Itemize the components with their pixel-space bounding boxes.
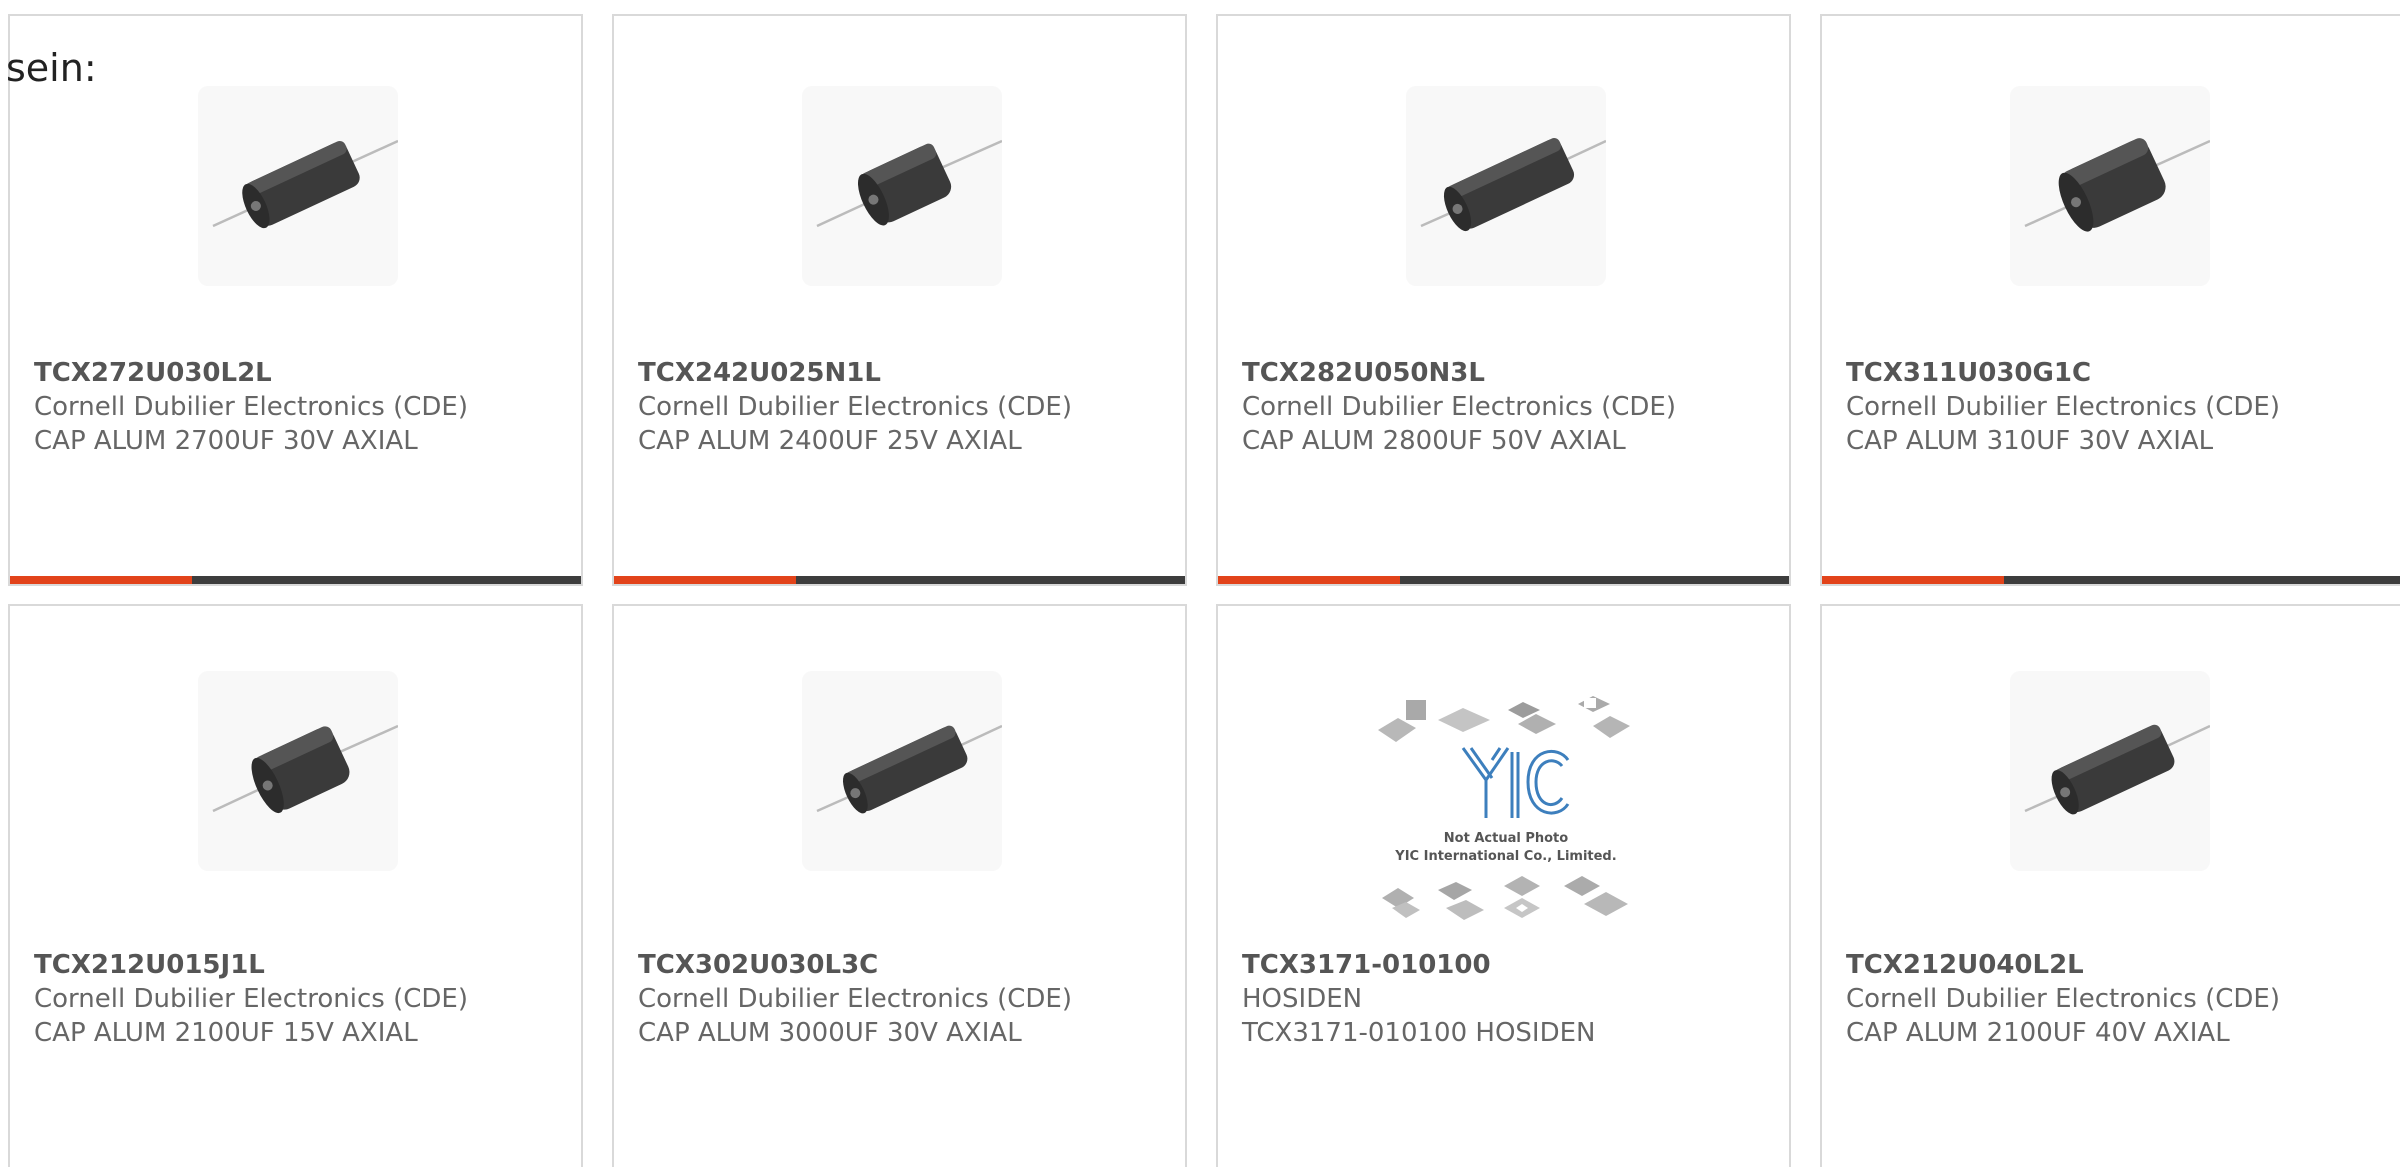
product-card[interactable]: TCX272U030L2L Cornell Dubilier Electroni… <box>8 14 583 586</box>
manufacturer: Cornell Dubilier Electronics (CDE) <box>1846 392 2280 422</box>
card-accent <box>10 576 192 584</box>
axial-capacitor-icon[interactable] <box>2010 86 2210 286</box>
product-card[interactable]: TCX212U040L2L Cornell Dubilier Electroni… <box>1820 604 2400 1167</box>
placeholder-line1: Not Actual Photo <box>1444 831 1568 846</box>
part-number[interactable]: TCX311U030G1C <box>1846 356 2393 390</box>
placeholder-line2: YIC International Co., Limited. <box>1394 849 1616 864</box>
product-grid-page: sein: TCX272U030L2L Cornell Dubilier Ele… <box>0 0 2400 1167</box>
yic-placeholder-image[interactable]: Not Actual Photo YIC International Co., … <box>1368 690 1644 930</box>
description: CAP ALUM 2100UF 15V AXIAL <box>34 1018 418 1048</box>
product-info: TCX212U040L2L Cornell Dubilier Electroni… <box>1846 948 2393 1050</box>
card-accent <box>614 576 796 584</box>
card-bottom-bar <box>10 576 581 584</box>
axial-capacitor-icon[interactable] <box>802 671 1002 871</box>
axial-capacitor-icon[interactable] <box>198 86 398 286</box>
part-number[interactable]: TCX3171-010100 <box>1242 948 1779 982</box>
description: CAP ALUM 310UF 30V AXIAL <box>1846 426 2214 456</box>
card-bottom-bar <box>1218 576 1789 584</box>
manufacturer: Cornell Dubilier Electronics (CDE) <box>1846 984 2280 1014</box>
product-info: TCX3171-010100 HOSIDEN TCX3171-010100 HO… <box>1242 948 1779 1050</box>
card-accent <box>1218 576 1400 584</box>
description: TCX3171-010100 HOSIDEN <box>1242 1018 1596 1048</box>
manufacturer: Cornell Dubilier Electronics (CDE) <box>34 984 468 1014</box>
product-card[interactable]: TCX242U025N1L Cornell Dubilier Electroni… <box>612 14 1187 586</box>
product-info: TCX242U025N1L Cornell Dubilier Electroni… <box>638 356 1175 458</box>
product-info: TCX212U015J1L Cornell Dubilier Electroni… <box>34 948 571 1050</box>
card-bottom-bar <box>614 576 1185 584</box>
part-number[interactable]: TCX242U025N1L <box>638 356 1175 390</box>
product-card[interactable]: Not Actual Photo YIC International Co., … <box>1216 604 1791 1167</box>
axial-capacitor-icon[interactable] <box>1406 86 1606 286</box>
part-number[interactable]: TCX272U030L2L <box>34 356 571 390</box>
axial-capacitor-icon[interactable] <box>198 671 398 871</box>
description: CAP ALUM 2700UF 30V AXIAL <box>34 426 418 456</box>
description: CAP ALUM 2400UF 25V AXIAL <box>638 426 1022 456</box>
part-number[interactable]: TCX212U040L2L <box>1846 948 2393 982</box>
card-bottom-bar <box>1822 576 2400 584</box>
axial-capacitor-icon[interactable] <box>2010 671 2210 871</box>
product-card[interactable]: TCX212U015J1L Cornell Dubilier Electroni… <box>8 604 583 1167</box>
manufacturer: Cornell Dubilier Electronics (CDE) <box>638 392 1072 422</box>
card-accent <box>1822 576 2004 584</box>
axial-capacitor-icon[interactable] <box>802 86 1002 286</box>
manufacturer: HOSIDEN <box>1242 984 1363 1014</box>
product-info: TCX282U050N3L Cornell Dubilier Electroni… <box>1242 356 1779 458</box>
intro-text: sein: <box>6 46 97 90</box>
part-number[interactable]: TCX212U015J1L <box>34 948 571 982</box>
product-card[interactable]: TCX302U030L3C Cornell Dubilier Electroni… <box>612 604 1187 1167</box>
product-card[interactable]: TCX282U050N3L Cornell Dubilier Electroni… <box>1216 14 1791 586</box>
part-number[interactable]: TCX282U050N3L <box>1242 356 1779 390</box>
product-card[interactable]: TCX311U030G1C Cornell Dubilier Electroni… <box>1820 14 2400 586</box>
product-info: TCX311U030G1C Cornell Dubilier Electroni… <box>1846 356 2393 458</box>
product-info: TCX272U030L2L Cornell Dubilier Electroni… <box>34 356 571 458</box>
description: CAP ALUM 3000UF 30V AXIAL <box>638 1018 1022 1048</box>
manufacturer: Cornell Dubilier Electronics (CDE) <box>638 984 1072 1014</box>
manufacturer: Cornell Dubilier Electronics (CDE) <box>34 392 468 422</box>
description: CAP ALUM 2100UF 40V AXIAL <box>1846 1018 2230 1048</box>
part-number[interactable]: TCX302U030L3C <box>638 948 1175 982</box>
product-info: TCX302U030L3C Cornell Dubilier Electroni… <box>638 948 1175 1050</box>
manufacturer: Cornell Dubilier Electronics (CDE) <box>1242 392 1676 422</box>
description: CAP ALUM 2800UF 50V AXIAL <box>1242 426 1626 456</box>
